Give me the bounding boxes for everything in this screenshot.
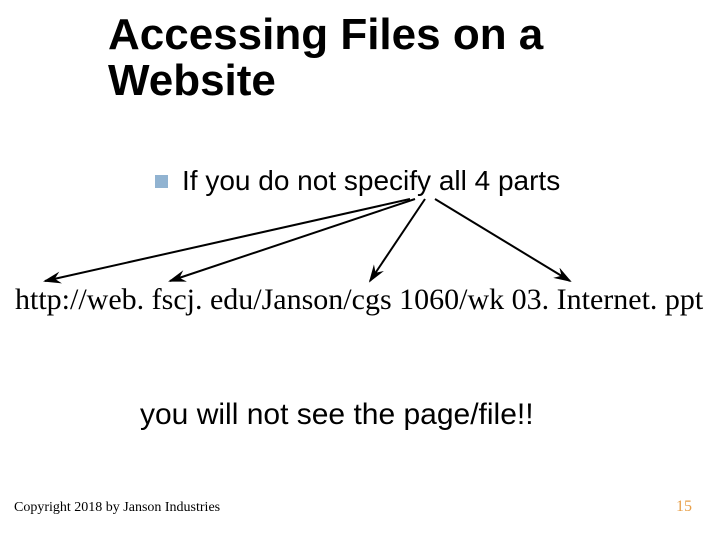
copyright-text: Copyright 2018 by Janson Industries [14,500,220,516]
slide: Accessing Files on a Website If you do n… [0,0,720,540]
url-host: //web. fscj. edu [70,283,253,316]
slide-number: 15 [676,498,692,516]
url-file: /wk 03. Internet. ppt [459,283,703,316]
slide-title: Accessing Files on a Website [108,12,720,104]
url-protocol: http: [15,283,70,316]
url-example: http://web. fscj. edu/Janson/cgs 1060/wk… [15,283,703,317]
bullet-marker-icon [155,175,168,188]
url-path-2: /cgs 1060 [343,283,459,316]
warning-text: you will not see the page/file!! [140,398,534,432]
bullet-item: If you do not specify all 4 parts [155,165,560,197]
bullet-text: If you do not specify all 4 parts [182,165,560,197]
url-path-1: /Janson [253,283,343,316]
